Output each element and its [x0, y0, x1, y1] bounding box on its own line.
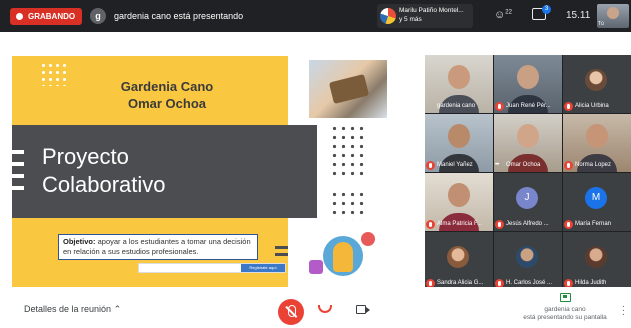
- mic-off-icon: [426, 220, 435, 229]
- top-bar: GRABANDO g gardenia cano está presentand…: [0, 0, 631, 32]
- slide-stripe: [275, 253, 288, 256]
- mic-toggle-button[interactable]: [278, 299, 304, 325]
- recording-badge: GRABANDO: [10, 8, 83, 25]
- participant-tile[interactable]: J Jesús Alfredo ...: [494, 173, 562, 231]
- more-icon: •••: [495, 162, 499, 168]
- slide-title-line1: Proyecto: [42, 144, 129, 169]
- participant-name: gardenia cano: [437, 103, 476, 109]
- participant-tile[interactable]: H. Carlos José ...: [494, 232, 562, 290]
- participant-tile[interactable]: Maniel Yañez: [425, 114, 493, 172]
- camera-toggle-button[interactable]: [356, 305, 370, 314]
- chevron-up-icon: ⌃: [113, 304, 122, 314]
- presentation-slide: Gardenia Cano Omar Ochoa Proyecto Colabo…: [12, 56, 425, 287]
- presenting-status-text: está presentando su pantalla: [523, 314, 607, 321]
- participant-avatar: [447, 246, 469, 268]
- slide-photo-top: [309, 60, 387, 118]
- dot-pattern-dark: [330, 190, 366, 220]
- participant-name: Alma Patricia F...: [426, 220, 482, 229]
- slide-stripe: [275, 246, 288, 249]
- slide-search-bar: Registrate aquí: [138, 263, 286, 273]
- clock: 15.11: [566, 10, 591, 21]
- participant-name: Jesús Alfredo ...: [495, 220, 549, 229]
- presenting-user: gardenia cano: [544, 306, 586, 313]
- presenting-status: gardenia cano está presentando: [114, 11, 244, 21]
- dot-pattern: [40, 62, 70, 86]
- author-1: Gardenia Cano: [120, 79, 214, 94]
- participant-tile[interactable]: Norma Lopez: [563, 114, 631, 172]
- dot-pattern-dark: [330, 124, 366, 180]
- chat-badge: 3: [542, 5, 551, 14]
- participant-name: Norma Lopez: [564, 161, 611, 170]
- participant-name: Juan René Pér...: [495, 102, 551, 111]
- participant-avatar: [585, 246, 607, 268]
- speaker-name: Marilu Patiño Montel...: [399, 7, 464, 14]
- speaker-more: y 5 más: [399, 16, 422, 23]
- self-head: [607, 7, 619, 19]
- participant-name: María Fernan: [564, 220, 611, 229]
- meeting-details-button[interactable]: Detalles de la reunión ⌃: [24, 304, 121, 315]
- mic-off-icon: [564, 102, 573, 111]
- participant-name: ••• Omar Ochoa: [495, 162, 541, 168]
- objective-label: Objetivo:: [63, 237, 96, 246]
- participant-tile[interactable]: Juan René Pér...: [494, 55, 562, 113]
- participant-tile[interactable]: Sandra Alicia G...: [425, 232, 493, 290]
- participant-avatar: J: [516, 187, 538, 209]
- participant-tile[interactable]: Alicia Urbina: [563, 55, 631, 113]
- slide-authors: Gardenia Cano Omar Ochoa: [92, 78, 242, 112]
- participant-tile[interactable]: gardenia cano: [425, 55, 493, 113]
- presenter-avatar: g: [90, 8, 106, 24]
- author-2: Omar Ochoa: [127, 96, 207, 111]
- participant-avatar: [516, 246, 538, 268]
- mic-off-icon: [495, 102, 504, 111]
- meeting-details-label: Detalles de la reunión: [24, 304, 112, 314]
- self-view[interactable]: Tú: [597, 4, 629, 28]
- self-label: Tú: [598, 21, 604, 27]
- mic-off-icon: [495, 220, 504, 229]
- participant-avatar: [585, 69, 607, 91]
- participant-tile[interactable]: Hilda Judith: [563, 232, 631, 290]
- slide-search-button: Registrate aquí: [241, 264, 285, 272]
- participant-grid: gardenia cano Juan René Pér... Alicia Ur…: [425, 55, 631, 290]
- slide-bars: [12, 150, 24, 198]
- slide-objective: Objetivo: apoyar a los estudiantes a tom…: [58, 234, 258, 260]
- slide-title-line2: Colaborativo: [42, 172, 166, 197]
- people-button[interactable]: ☺22: [494, 9, 512, 21]
- active-speaker-chip[interactable]: Marilu Patiño Montel... y 5 más: [377, 4, 473, 28]
- participant-tile[interactable]: Alma Patricia F...: [425, 173, 493, 231]
- bottom-bar: Detalles de la reunión ⌃ gardenia cano e…: [0, 287, 631, 328]
- people-icon: ☺: [494, 9, 506, 21]
- participant-avatar: M: [585, 187, 607, 209]
- mic-off-icon: [564, 220, 573, 229]
- participant-name: Maniel Yañez: [426, 161, 473, 170]
- mic-off-icon: [426, 161, 435, 170]
- participant-name: Alicia Urbina: [564, 102, 609, 111]
- people-count: 22: [505, 9, 512, 16]
- participant-tile[interactable]: M María Fernan: [563, 173, 631, 231]
- slide-illustration: [305, 226, 383, 284]
- mic-off-icon: [564, 161, 573, 170]
- more-options-icon[interactable]: ...: [622, 300, 625, 318]
- participant-tile[interactable]: ••• Omar Ochoa: [494, 114, 562, 172]
- hang-up-button[interactable]: [318, 305, 332, 313]
- present-screen-icon[interactable]: [560, 293, 571, 302]
- speaker-avatar: [380, 8, 396, 24]
- slide-title: Proyecto Colaborativo: [42, 143, 166, 199]
